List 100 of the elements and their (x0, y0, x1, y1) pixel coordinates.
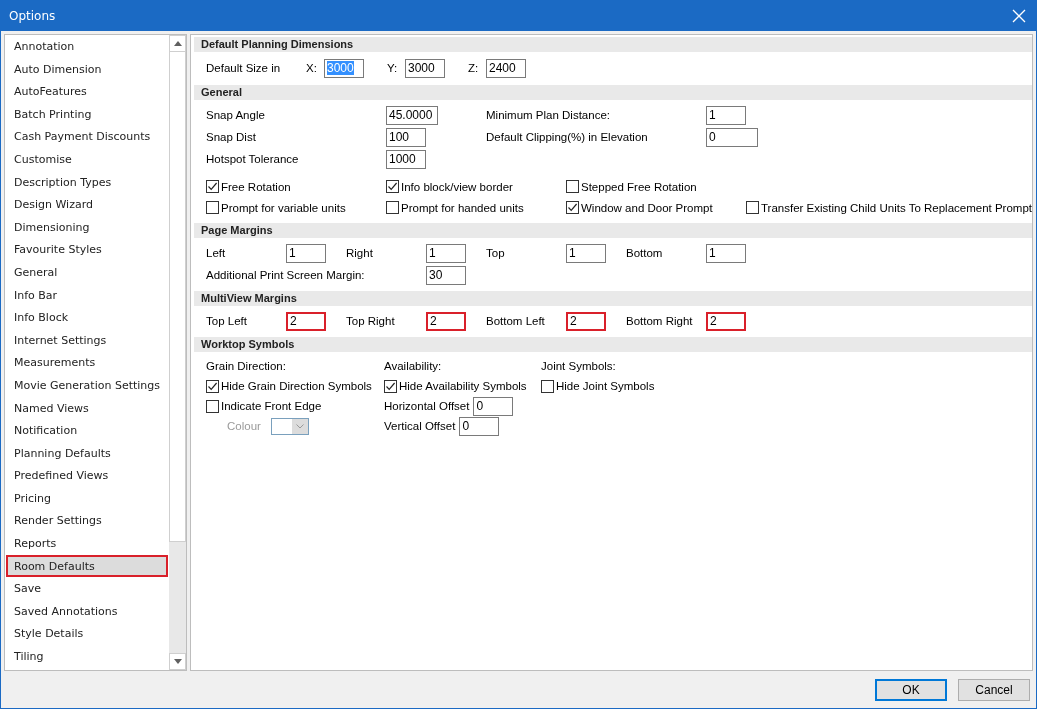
field-label: Snap Angle (206, 109, 266, 121)
input-field[interactable]: 3000 (405, 58, 445, 78)
input-field[interactable]: 30 (426, 265, 466, 285)
input-field[interactable]: 0 (459, 416, 500, 436)
checkbox[interactable] (206, 180, 219, 193)
group-label: Joint Symbols: (541, 360, 616, 372)
sidebar-item[interactable]: Description Types (6, 170, 168, 194)
sidebar-item[interactable]: Style Details (6, 622, 168, 646)
field-label: Z: (468, 62, 480, 74)
field-label: Top Right (346, 315, 396, 327)
sidebar-item[interactable]: AutoFeatures (6, 80, 168, 103)
field-label: X: (306, 62, 318, 74)
sidebar-item[interactable]: Room Defaults (6, 554, 168, 578)
field-label: Snap Dist (206, 131, 257, 143)
checkbox[interactable] (746, 201, 759, 214)
input-field[interactable]: 2 (426, 311, 466, 331)
checkbox-label: Transfer Existing Child Units To Replacement Prompt (761, 201, 1032, 214)
checkbox[interactable] (384, 379, 397, 393)
sidebar-item[interactable]: Info Block (6, 306, 168, 329)
checkbox[interactable] (206, 201, 219, 214)
colour-dropdown[interactable] (270, 417, 309, 435)
input-field[interactable]: 1 (706, 105, 746, 125)
checkbox-label: Stepped Free Rotation (581, 180, 697, 193)
sidebar-item[interactable]: Dimensioning (6, 215, 168, 239)
checkbox[interactable] (541, 379, 554, 393)
checkbox-label: Prompt for handed units (401, 201, 524, 214)
field-label: Horizontal Offset (384, 400, 470, 412)
sidebar-item[interactable]: Tiling (6, 645, 168, 668)
input-field[interactable]: 100 (386, 127, 426, 147)
group-label: Grain Direction: (206, 360, 286, 372)
checkbox[interactable] (386, 180, 399, 193)
sidebar-item[interactable]: Planning Defaults (6, 441, 168, 465)
window-title: Options (8, 9, 56, 23)
sidebar-item[interactable]: Auto Dimension (6, 57, 168, 81)
input-field[interactable]: 0 (706, 127, 758, 147)
sidebar-item[interactable]: Annotation (6, 35, 168, 58)
field-label: Y: (387, 62, 399, 74)
checkbox-label: Free Rotation (221, 180, 291, 193)
sidebar-item[interactable]: Info Bar (6, 283, 168, 307)
field-label: Bottom Left (486, 315, 546, 327)
group-label: Availability: (384, 360, 442, 372)
sidebar-item[interactable]: Notification (6, 419, 168, 442)
close-icon[interactable] (1012, 9, 1026, 23)
sidebar-item[interactable]: Batch Printing (6, 102, 168, 126)
sidebar-item[interactable]: Predefined Views (6, 464, 168, 487)
checkbox-label: Info block/view border (401, 180, 513, 193)
checkbox-label: Hide Joint Symbols (556, 380, 655, 392)
input-field[interactable]: 1000 (386, 149, 426, 169)
field-label: Minimum Plan Distance: (486, 109, 611, 121)
sidebar-item[interactable]: Movie Generation Settings (6, 373, 168, 397)
input-field[interactable]: 1 (286, 243, 326, 263)
scroll-down-button[interactable] (169, 653, 186, 670)
input-field[interactable]: 45.0000 (386, 105, 438, 125)
input-field[interactable]: 1 (426, 243, 466, 263)
sidebar-item[interactable]: General (6, 260, 168, 284)
field-label: Vertical Offset (384, 420, 456, 432)
dialog-button[interactable]: Cancel (958, 678, 1030, 701)
input-field[interactable]: 1 (706, 243, 746, 263)
input-field[interactable]: 2400 (486, 58, 526, 78)
section-header: Page Margins (194, 223, 1032, 238)
sidebar-item[interactable]: Named Views (6, 396, 168, 420)
sidebar-item[interactable]: Saved Annotations (6, 599, 168, 623)
section-header: Default Planning Dimensions (194, 37, 1032, 52)
sidebar-item[interactable]: Internet Settings (6, 328, 168, 352)
sidebar-item[interactable]: Reports (6, 532, 168, 555)
sidebar-item[interactable]: Customise (6, 147, 168, 171)
field-label: Default Size in (206, 62, 282, 74)
field-label: Colour (227, 420, 261, 432)
sidebar-item[interactable]: Measurements (6, 351, 168, 374)
sidebar-item[interactable]: Favourite Styles (6, 238, 168, 261)
checkbox[interactable] (206, 379, 219, 393)
field-label: Default Clipping(%) in Elevation (486, 131, 649, 143)
scroll-up-button[interactable] (169, 35, 186, 52)
checkbox[interactable] (566, 180, 579, 193)
sidebar-item[interactable]: Save (6, 577, 168, 600)
sidebar-item[interactable]: Pricing (6, 486, 168, 510)
field-label: Additional Print Screen Margin: (206, 269, 366, 281)
checkbox-label: Window and Door Prompt (581, 201, 713, 214)
field-label: Top Left (206, 315, 248, 327)
checkbox[interactable] (566, 201, 579, 214)
input-field[interactable]: 1 (566, 243, 606, 263)
up-arrow-icon (173, 41, 182, 46)
checkbox-label: Indicate Front Edge (221, 400, 322, 412)
sidebar-item[interactable]: Cash Payment Discounts (6, 125, 168, 148)
dialog-button[interactable]: OK (875, 678, 947, 701)
input-field[interactable]: 2 (286, 311, 326, 331)
input-field[interactable]: 2 (706, 311, 746, 331)
field-label: Right (346, 247, 374, 259)
field-label: Bottom (626, 247, 664, 259)
checkbox[interactable] (386, 201, 399, 214)
sidebar-item[interactable]: Render Settings (6, 509, 168, 533)
field-label: Hotspot Tolerance (206, 153, 300, 165)
input-field[interactable]: 0 (473, 396, 514, 416)
section-header: MultiView Margins (194, 291, 1032, 306)
input-field[interactable]: 2 (566, 311, 606, 331)
field-label: Top (486, 247, 506, 259)
field-label: Bottom Right (626, 315, 694, 327)
sidebar-item[interactable]: Design Wizard (6, 193, 168, 216)
checkbox-label: Hide Availability Symbols (399, 380, 527, 392)
checkbox[interactable] (206, 399, 219, 413)
